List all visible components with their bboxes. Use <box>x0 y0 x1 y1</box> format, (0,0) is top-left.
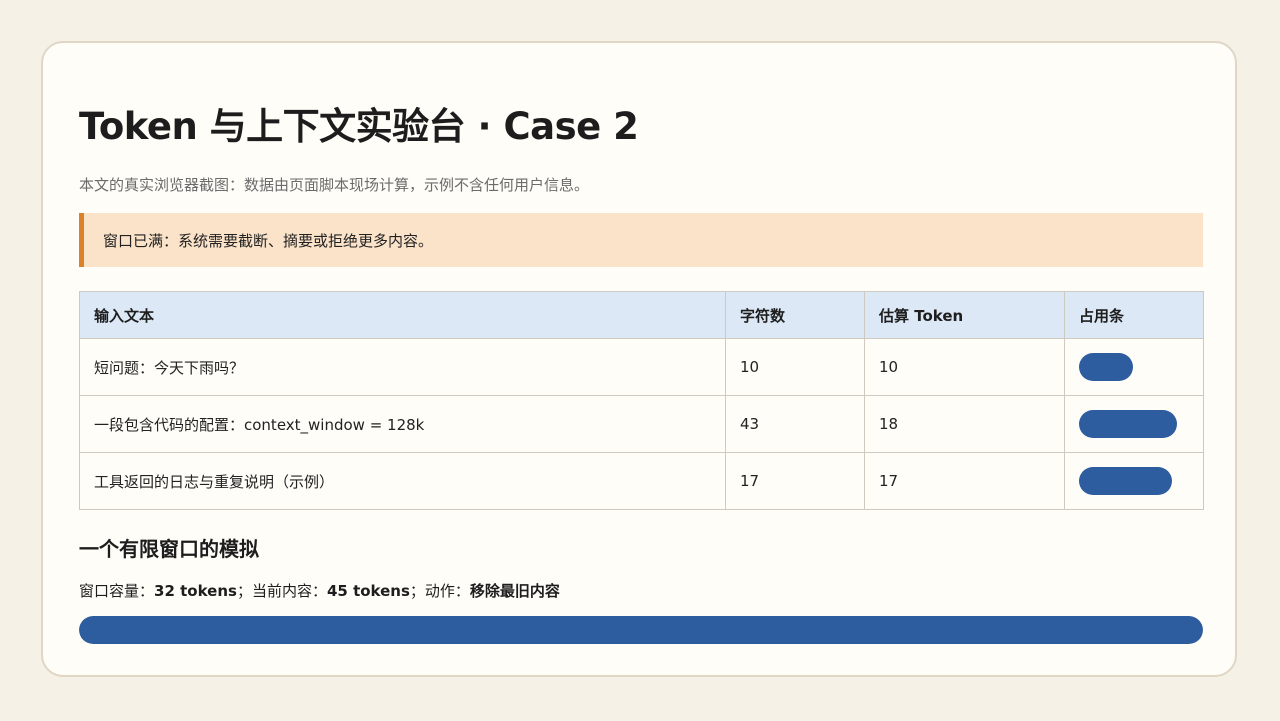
table-row: 短问题：今天下雨吗？ 10 10 <box>79 338 1204 396</box>
usage-bar <box>1079 467 1172 495</box>
simulation-title: 一个有限窗口的模拟 <box>79 537 259 561</box>
token-table: 输入文本 字符数 估算 Token 占用条 短问题：今天下雨吗？ 10 10 一… <box>79 291 1204 510</box>
usage-bar <box>1079 353 1133 381</box>
header-usage-bar: 占用条 <box>1064 291 1204 339</box>
page-title: Token 与上下文实验台 · Case 2 <box>79 105 639 148</box>
header-char-count: 字符数 <box>725 291 865 339</box>
header-token-estimate: 估算 Token <box>864 291 1065 339</box>
cell-input-text: 短问题：今天下雨吗？ <box>79 338 726 396</box>
cell-usage <box>1064 338 1204 396</box>
page-subtitle: 本文的真实浏览器截图：数据由页面脚本现场计算，示例不含任何用户信息。 <box>79 176 590 194</box>
cell-char-count: 43 <box>725 395 865 453</box>
cell-usage <box>1064 452 1204 510</box>
cell-token-estimate: 17 <box>864 452 1065 510</box>
usage-bar <box>1079 410 1177 438</box>
cell-char-count: 17 <box>725 452 865 510</box>
window-usage-fill <box>79 616 1203 644</box>
cell-usage <box>1064 395 1204 453</box>
current-label: ；当前内容： <box>236 582 327 600</box>
table-header-row: 输入文本 字符数 估算 Token 占用条 <box>79 291 1204 339</box>
table-row: 工具返回的日志与重复说明（示例） 17 17 <box>79 452 1204 510</box>
cell-input-text: 工具返回的日志与重复说明（示例） <box>79 452 726 510</box>
cell-token-estimate: 10 <box>864 338 1065 396</box>
action-value: 移除最旧内容 <box>469 582 560 600</box>
capacity-label: 窗口容量： <box>79 582 155 600</box>
current-value: 45 tokens <box>326 582 410 600</box>
action-label: ；动作： <box>409 582 470 600</box>
table-row: 一段包含代码的配置：context_window = 128k 43 18 <box>79 395 1204 453</box>
simulation-status: 窗口容量：32 tokens；当前内容：45 tokens；动作：移除最旧内容 <box>79 580 560 602</box>
main-card: Token 与上下文实验台 · Case 2 本文的真实浏览器截图：数据由页面脚… <box>41 41 1237 677</box>
alert-text: 窗口已满：系统需要截断、摘要或拒绝更多内容。 <box>103 231 434 250</box>
window-full-alert: 窗口已满：系统需要截断、摘要或拒绝更多内容。 <box>79 213 1203 267</box>
cell-char-count: 10 <box>725 338 865 396</box>
capacity-value: 32 tokens <box>154 582 237 600</box>
cell-input-text: 一段包含代码的配置：context_window = 128k <box>79 395 726 453</box>
header-input-text: 输入文本 <box>79 291 726 339</box>
cell-token-estimate: 18 <box>864 395 1065 453</box>
window-usage-track <box>79 616 1203 644</box>
